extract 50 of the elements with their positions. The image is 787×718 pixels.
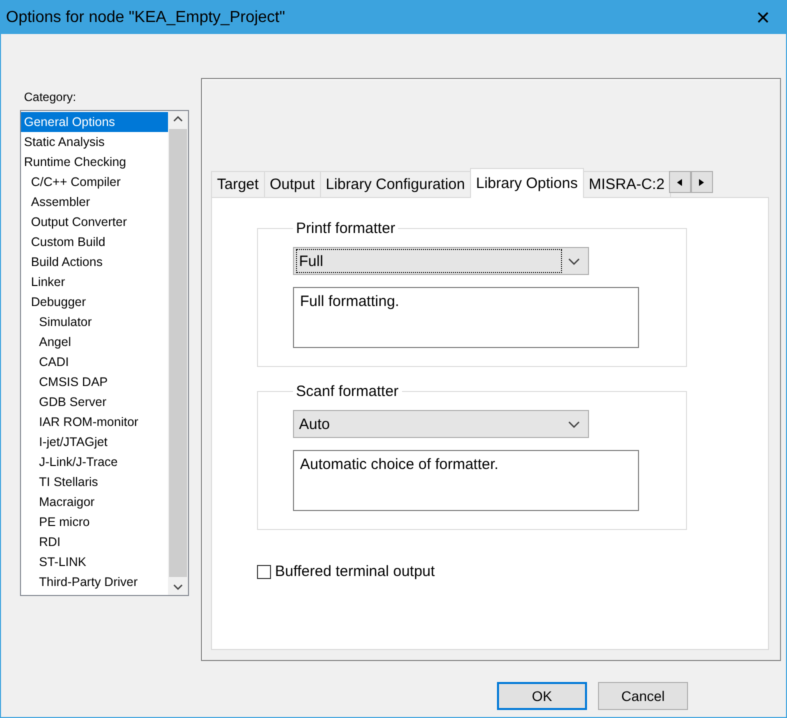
category-item[interactable]: Angel (21, 332, 168, 352)
category-item[interactable]: Static Analysis (21, 132, 168, 152)
category-item[interactable]: Macraigor (21, 492, 168, 512)
tab[interactable]: Library Options (470, 168, 584, 198)
category-item[interactable]: Linker (21, 272, 168, 292)
scroll-bar[interactable] (168, 111, 188, 595)
scroll-right-button[interactable] (690, 171, 713, 193)
tab[interactable]: Target (211, 171, 265, 197)
chevron-up-icon (173, 115, 183, 123)
dialog-button[interactable]: OK (497, 682, 587, 710)
category-item[interactable]: CMSIS DAP (21, 372, 168, 392)
category-item[interactable]: RDI (21, 532, 168, 552)
category-item[interactable]: Third-Party Driver (21, 572, 168, 592)
category-item[interactable]: Build Actions (21, 252, 168, 272)
category-item[interactable]: J-Link/J-Trace (21, 452, 168, 472)
description-box: Automatic choice of formatter. (293, 450, 639, 511)
scroll-thumb[interactable] (169, 129, 187, 577)
category-item[interactable]: Runtime Checking (21, 152, 168, 172)
description-box: Full formatting. (293, 287, 639, 348)
category-item[interactable]: Debugger (21, 292, 168, 312)
dialog-button[interactable]: Cancel (598, 682, 688, 710)
group-title: Printf formatter (295, 220, 396, 237)
window-title: Options for node "KEA_Empty_Project" (6, 8, 286, 26)
dropdown[interactable]: Auto (293, 410, 589, 438)
category-item[interactable]: General Options (21, 112, 168, 132)
triangle-right-icon (699, 178, 704, 186)
chevron-down-icon (568, 256, 580, 266)
category-item[interactable]: I-jet/JTAGjet (21, 432, 168, 452)
category-item[interactable]: Output Converter (21, 212, 168, 232)
checkbox[interactable] (257, 564, 271, 578)
category-item[interactable]: TI Stellaris (21, 472, 168, 492)
triangle-left-icon (677, 178, 682, 186)
category-item[interactable]: GDB Server (21, 392, 168, 412)
category-label: Category: (23, 90, 78, 106)
category-item[interactable]: Simulator (21, 312, 168, 332)
group-title: Scanf formatter (295, 383, 400, 400)
category-item[interactable]: ST-LINK (21, 552, 168, 572)
close-button[interactable]: ✕ (740, 1, 786, 34)
category-item[interactable]: IAR ROM-monitor (21, 412, 168, 432)
category-item[interactable]: Assembler (21, 192, 168, 212)
chevron-down-icon (173, 583, 183, 591)
tab[interactable]: MISRA-C:2 (582, 171, 671, 197)
scroll-left-button[interactable] (668, 171, 691, 193)
category-item[interactable]: C/C++ Compiler (21, 172, 168, 192)
category-item[interactable]: CADI (21, 352, 168, 372)
category-item[interactable]: PE micro (21, 512, 168, 532)
checkbox-label[interactable]: Buffered terminal output (275, 563, 435, 580)
category-item[interactable]: Custom Build (21, 232, 168, 252)
chevron-down-icon (568, 420, 580, 428)
dropdown[interactable]: Full (293, 247, 589, 275)
